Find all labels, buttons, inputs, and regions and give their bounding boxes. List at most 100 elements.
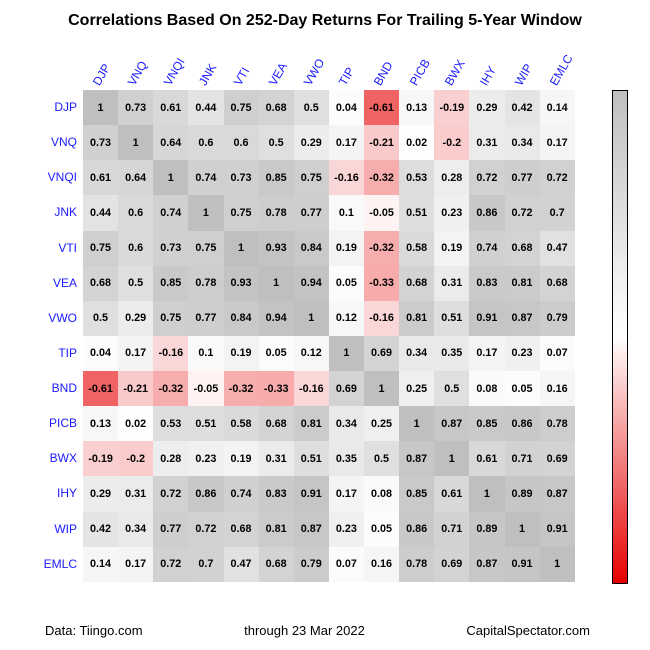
cell: -0.32 (364, 231, 399, 266)
row-header: WIP (35, 512, 83, 547)
cell: 0.61 (83, 160, 118, 195)
cell: 0.68 (399, 266, 434, 301)
cell: 0.7 (188, 547, 223, 582)
cell: 0.29 (83, 476, 118, 511)
cell: 0.04 (83, 336, 118, 371)
cell: 0.31 (118, 476, 153, 511)
cell: 0.73 (83, 125, 118, 160)
cell: 0.68 (224, 512, 259, 547)
cell: 0.42 (83, 512, 118, 547)
cell: -0.16 (153, 336, 188, 371)
cell: 0.86 (505, 406, 540, 441)
cell: 0.34 (399, 336, 434, 371)
cell: 0.44 (83, 195, 118, 230)
cell: 0.17 (469, 336, 504, 371)
cell: 0.72 (153, 476, 188, 511)
cell: -0.61 (364, 90, 399, 125)
cell: 0.73 (118, 90, 153, 125)
cell: 0.14 (540, 90, 575, 125)
row-header: VTI (35, 231, 83, 266)
cell: 0.85 (469, 406, 504, 441)
cell: 1 (224, 231, 259, 266)
cell: 0.5 (83, 301, 118, 336)
row-header: VNQ (35, 125, 83, 160)
cell: -0.32 (364, 160, 399, 195)
row-header: IHY (35, 476, 83, 511)
cell: 0.74 (224, 476, 259, 511)
cell: -0.61 (83, 371, 118, 406)
cell: 0.5 (364, 441, 399, 476)
cell: 1 (153, 160, 188, 195)
cell: 0.68 (83, 266, 118, 301)
cell: 0.87 (434, 406, 469, 441)
cell: 0.81 (294, 406, 329, 441)
cell: 0.5 (259, 125, 294, 160)
cell: 1 (294, 301, 329, 336)
cell: 1 (329, 336, 364, 371)
cell: 0.69 (540, 441, 575, 476)
cell: 1 (364, 371, 399, 406)
footer: Data: Tiingo.com through 23 Mar 2022 Cap… (45, 623, 590, 638)
cell: 0.35 (329, 441, 364, 476)
cell: 0.74 (153, 195, 188, 230)
cell: 0.6 (118, 195, 153, 230)
column-header: BWX (442, 57, 468, 88)
cell: 0.29 (118, 301, 153, 336)
cell: 1 (540, 547, 575, 582)
cell: 0.23 (329, 512, 364, 547)
cell: 0.83 (259, 476, 294, 511)
cell: 0.08 (469, 371, 504, 406)
row-header: VWO (35, 301, 83, 336)
row-header: JNK (35, 195, 83, 230)
cell: 0.47 (224, 547, 259, 582)
cell: -0.21 (364, 125, 399, 160)
cell: 0.34 (329, 406, 364, 441)
cell: 0.91 (540, 512, 575, 547)
cell: -0.32 (153, 371, 188, 406)
cell: 0.77 (188, 301, 223, 336)
cell: 0.1 (188, 336, 223, 371)
cell: 0.08 (364, 476, 399, 511)
cell: 0.84 (294, 231, 329, 266)
cell: 0.23 (505, 336, 540, 371)
cell: -0.16 (329, 160, 364, 195)
cell: 1 (188, 195, 223, 230)
cell: 0.79 (540, 301, 575, 336)
cell: 0.94 (259, 301, 294, 336)
cell: 0.17 (118, 547, 153, 582)
column-header: JNK (196, 61, 219, 88)
correlation-matrix: 10.730.610.440.750.680.50.04-0.610.13-0.… (83, 90, 575, 582)
cell: 0.16 (540, 371, 575, 406)
column-header: EMLC (547, 52, 576, 88)
cell: 1 (118, 125, 153, 160)
cell: 0.74 (188, 160, 223, 195)
legend-ticks: 10.80.60.40.20-0.2-0.4-0.6-0.8-1 (628, 90, 648, 584)
cell: 0.93 (259, 231, 294, 266)
cell: 0.51 (434, 301, 469, 336)
cell: 0.86 (399, 512, 434, 547)
cell: 0.1 (329, 195, 364, 230)
cell: 0.78 (188, 266, 223, 301)
cell: 0.75 (153, 301, 188, 336)
cell: 0.69 (329, 371, 364, 406)
color-legend (612, 90, 628, 584)
cell: 0.68 (259, 406, 294, 441)
cell: 1 (83, 90, 118, 125)
cell: 0.25 (364, 406, 399, 441)
cell: -0.2 (118, 441, 153, 476)
column-header: VNQI (160, 56, 187, 88)
cell: 0.58 (399, 231, 434, 266)
column-header: VNQ (125, 58, 150, 88)
cell: 0.25 (399, 371, 434, 406)
cell: 0.44 (188, 90, 223, 125)
cell: 0.16 (364, 547, 399, 582)
cell: 0.72 (540, 160, 575, 195)
cell: 0.68 (505, 231, 540, 266)
data-source: Data: Tiingo.com (45, 623, 143, 638)
cell: 0.31 (259, 441, 294, 476)
column-header: VWO (301, 56, 327, 88)
cell: 0.94 (294, 266, 329, 301)
column-header: TIP (336, 65, 357, 88)
row-header: VEA (35, 266, 83, 301)
cell: 0.5 (434, 371, 469, 406)
